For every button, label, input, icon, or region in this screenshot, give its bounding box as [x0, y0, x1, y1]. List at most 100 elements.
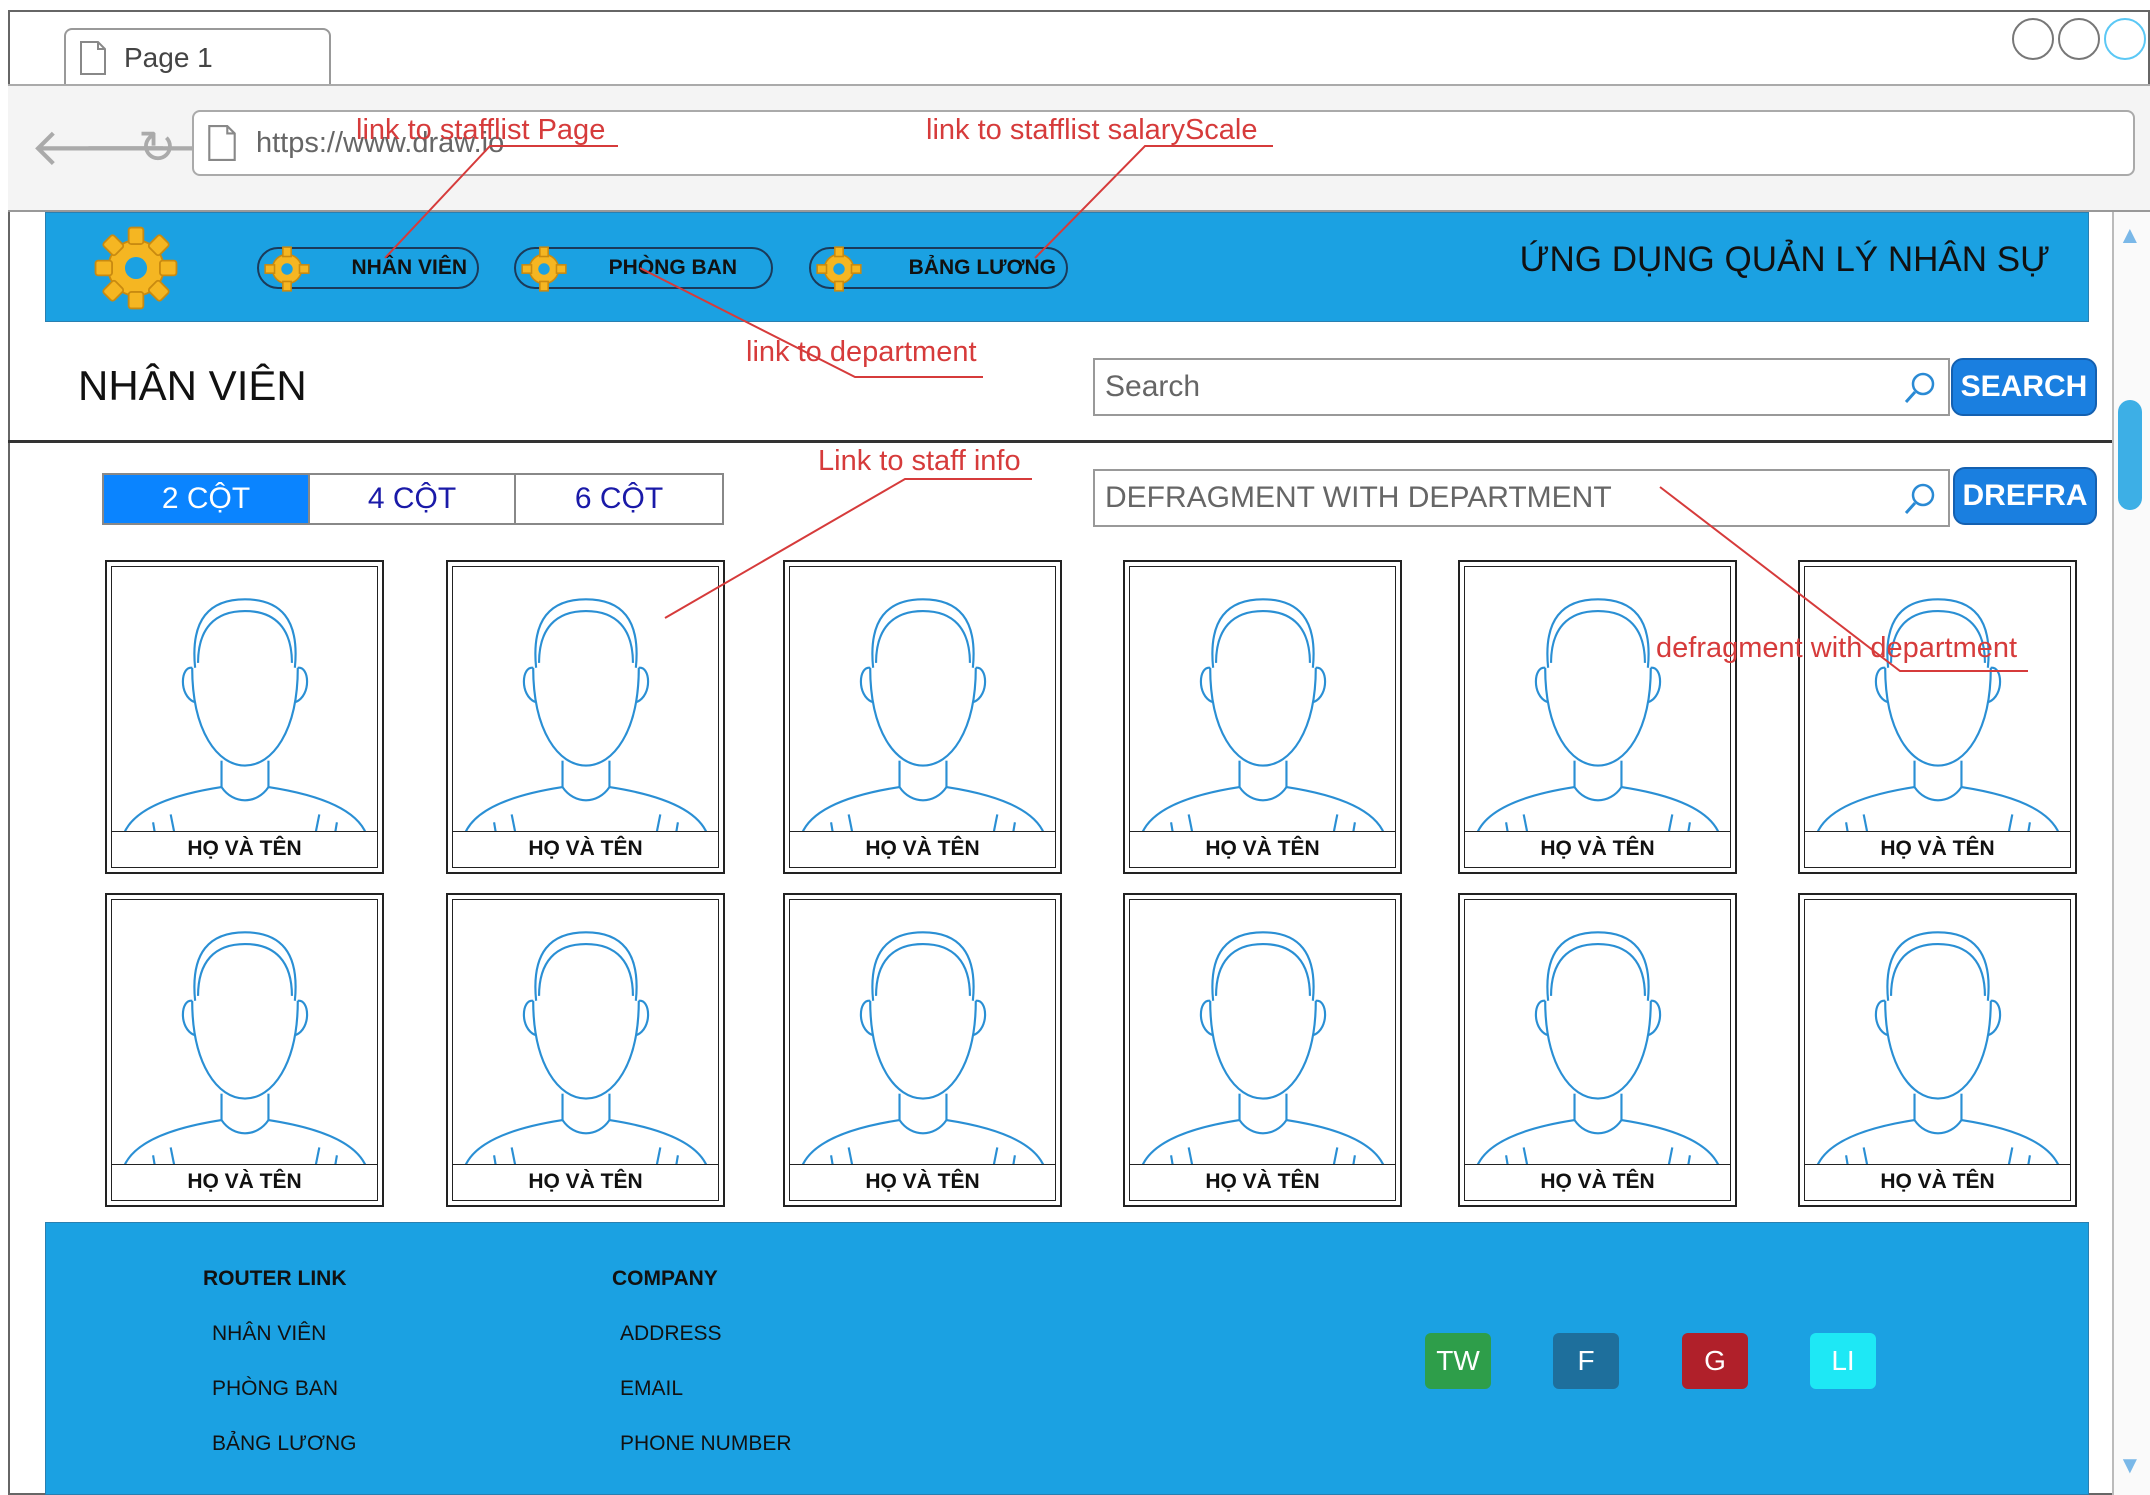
staff-name: HỌ VÀ TÊN: [1465, 831, 1730, 867]
staff-name: HỌ VÀ TÊN: [1130, 1164, 1395, 1200]
staff-name: HỌ VÀ TÊN: [112, 1164, 377, 1200]
app-title: ỨNG DỤNG QUẢN LÝ NHÂN SỰ: [1519, 240, 2050, 279]
defragment-button[interactable]: DREFRA: [1953, 467, 2097, 525]
gear-icon: [816, 246, 862, 292]
google-button[interactable]: G: [1682, 1333, 1748, 1389]
staff-name: HỌ VÀ TÊN: [453, 1164, 718, 1200]
footer-link-staff[interactable]: NHÂN VIÊN: [212, 1322, 326, 1346]
staff-card[interactable]: HỌ VÀ TÊN: [1123, 893, 1402, 1207]
staff-card[interactable]: HỌ VÀ TÊN: [446, 560, 725, 874]
staff-name: HỌ VÀ TÊN: [790, 1164, 1055, 1200]
staff-card[interactable]: HỌ VÀ TÊN: [1123, 560, 1402, 874]
search-placeholder: Search: [1105, 370, 1201, 403]
section-divider: [8, 440, 2120, 443]
staff-card-frame: HỌ VÀ TÊN: [1464, 899, 1731, 1201]
toggle-6-columns[interactable]: 6 CỘT: [516, 475, 722, 523]
person-avatar-icon: [1815, 931, 2061, 1168]
staff-name: HỌ VÀ TÊN: [453, 831, 718, 867]
nav-staff-label: NHÂN VIÊN: [351, 256, 467, 279]
staff-card-frame: HỌ VÀ TÊN: [1804, 899, 2071, 1201]
facebook-button[interactable]: F: [1553, 1333, 1619, 1389]
staff-name: HỌ VÀ TÊN: [1465, 1164, 1730, 1200]
search-button[interactable]: SEARCH: [1951, 358, 2097, 416]
person-avatar-icon: [1475, 598, 1721, 835]
nav-department-button[interactable]: PHÒNG BAN: [514, 246, 773, 292]
staff-card[interactable]: HỌ VÀ TÊN: [446, 893, 725, 1207]
footer-phone[interactable]: PHONE NUMBER: [620, 1432, 792, 1456]
annotation-defragment: defragment with department: [1656, 632, 2018, 664]
toggle-4-columns[interactable]: 4 CỘT: [310, 475, 516, 523]
page-icon: [80, 41, 106, 75]
staff-card-frame: HỌ VÀ TÊN: [452, 899, 719, 1201]
staff-card-frame: HỌ VÀ TÊN: [1129, 899, 1396, 1201]
staff-card-frame: HỌ VÀ TÊN: [789, 566, 1056, 868]
search-icon: [1904, 372, 1935, 404]
staff-card[interactable]: HỌ VÀ TÊN: [1798, 893, 2077, 1207]
staff-card[interactable]: HỌ VÀ TÊN: [783, 560, 1062, 874]
staff-card-frame: HỌ VÀ TÊN: [452, 566, 719, 868]
staff-card[interactable]: HỌ VÀ TÊN: [1798, 560, 2077, 874]
page-icon: [208, 125, 236, 161]
scroll-thumb[interactable]: [2118, 400, 2142, 510]
footer-address[interactable]: ADDRESS: [620, 1322, 722, 1346]
gear-logo-icon: [94, 226, 178, 310]
scroll-down-icon[interactable]: ▼: [2118, 1452, 2142, 1480]
person-avatar-icon: [800, 598, 1046, 835]
minimize-button[interactable]: [2012, 18, 2054, 60]
staff-card-frame: HỌ VÀ TÊN: [111, 566, 378, 868]
browser-tab[interactable]: Page 1: [64, 28, 331, 86]
staff-name: HỌ VÀ TÊN: [1130, 831, 1395, 867]
footer-company-heading: COMPANY: [612, 1267, 718, 1290]
reload-icon[interactable]: ↻: [138, 124, 177, 170]
toggle-2-columns[interactable]: 2 CỘT: [104, 475, 310, 523]
tab-label: Page 1: [124, 42, 213, 73]
annotation-department: link to department: [746, 336, 977, 368]
person-avatar-icon: [800, 931, 1046, 1168]
search-icon: [1904, 483, 1935, 515]
annotation-stafflist: link to stafflist Page: [356, 114, 606, 146]
nav-salary-button[interactable]: BẢNG LƯƠNG: [809, 246, 1068, 292]
annotation-salary: link to stafflist salaryScale: [926, 114, 1258, 146]
footer-link-department[interactable]: PHÒNG BAN: [212, 1377, 338, 1401]
person-avatar-icon: [1475, 931, 1721, 1168]
nav-salary-label: BẢNG LƯƠNG: [908, 256, 1056, 279]
staff-name: HỌ VÀ TÊN: [790, 831, 1055, 867]
staff-card[interactable]: HỌ VÀ TÊN: [105, 893, 384, 1207]
gear-icon: [521, 246, 567, 292]
person-avatar-icon: [1815, 598, 2061, 835]
person-avatar-icon: [1140, 598, 1386, 835]
staff-card[interactable]: HỌ VÀ TÊN: [783, 893, 1062, 1207]
search-input[interactable]: Search: [1093, 358, 1950, 416]
staff-name: HỌ VÀ TÊN: [112, 831, 377, 867]
nav-department-label: PHÒNG BAN: [608, 256, 737, 279]
department-filter-input[interactable]: DEFRAGMENT WITH DEPARTMENT: [1093, 469, 1950, 527]
page-title: NHÂN VIÊN: [78, 362, 307, 409]
staff-name: HỌ VÀ TÊN: [1805, 831, 2070, 867]
person-avatar-icon: [1140, 931, 1386, 1168]
footer-email[interactable]: EMAIL: [620, 1377, 683, 1401]
person-avatar-icon: [463, 931, 709, 1168]
staff-card[interactable]: HỌ VÀ TÊN: [1458, 560, 1737, 874]
staff-card[interactable]: HỌ VÀ TÊN: [105, 560, 384, 874]
nav-staff-button[interactable]: NHÂN VIÊN: [257, 246, 479, 292]
staff-card-frame: HỌ VÀ TÊN: [1464, 566, 1731, 868]
person-avatar-icon: [122, 598, 368, 835]
maximize-button[interactable]: [2058, 18, 2100, 60]
staff-card-frame: HỌ VÀ TÊN: [111, 899, 378, 1201]
person-avatar-icon: [463, 598, 709, 835]
gear-icon: [264, 246, 310, 292]
close-button[interactable]: [2104, 18, 2146, 60]
linkedin-button[interactable]: LI: [1810, 1333, 1876, 1389]
staff-name: HỌ VÀ TÊN: [1805, 1164, 2070, 1200]
column-toggle: 2 CỘT 4 CỘT 6 CỘT: [102, 473, 724, 525]
filter-value: DEFRAGMENT WITH DEPARTMENT: [1105, 481, 1612, 514]
staff-card[interactable]: HỌ VÀ TÊN: [1458, 893, 1737, 1207]
scroll-up-icon[interactable]: ▲: [2118, 222, 2142, 250]
staff-card-frame: HỌ VÀ TÊN: [1804, 566, 2071, 868]
footer-router-heading: ROUTER LINK: [203, 1267, 347, 1290]
annotation-staff-info: Link to staff info: [818, 445, 1021, 477]
twitter-button[interactable]: TW: [1425, 1333, 1491, 1389]
staff-card-frame: HỌ VÀ TÊN: [789, 899, 1056, 1201]
person-avatar-icon: [122, 931, 368, 1168]
footer-link-salary[interactable]: BẢNG LƯƠNG: [212, 1432, 356, 1456]
